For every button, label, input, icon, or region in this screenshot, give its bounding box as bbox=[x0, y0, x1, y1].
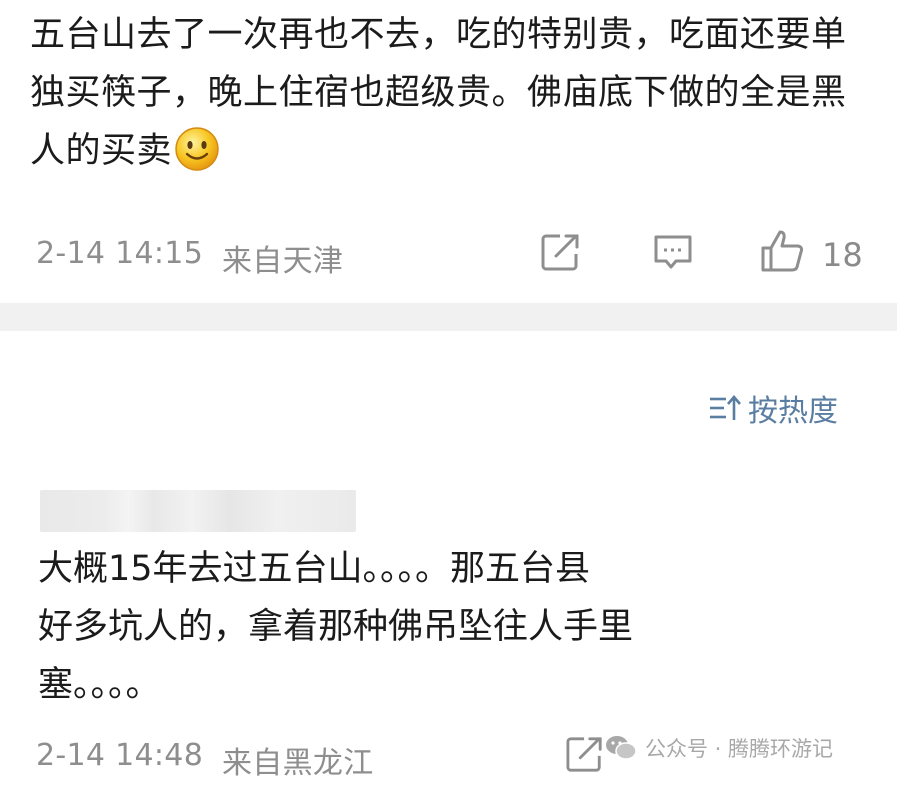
reply-location: 来自黑龙江 bbox=[222, 746, 374, 781]
sort-icon bbox=[710, 395, 741, 420]
reply-share-icon[interactable] bbox=[565, 735, 605, 773]
reply-comment-icon[interactable] bbox=[652, 233, 694, 273]
sort-by-hot-button[interactable]: 按热度 bbox=[708, 386, 838, 430]
like-thumb-icon[interactable] bbox=[760, 228, 806, 274]
watermark: 公众号 · 腾腾环游记 bbox=[605, 733, 833, 763]
share-icon[interactable] bbox=[540, 232, 582, 272]
comment-location: 来自天津 bbox=[222, 244, 344, 279]
section-divider bbox=[0, 303, 897, 331]
blurred-username bbox=[40, 490, 356, 532]
like-count: 18 bbox=[822, 236, 863, 274]
comment-body: 五台山去了一次再也不去，吃的特别贵，吃面还要单独买筷子，晚上住宿也超级贵。佛庙底… bbox=[30, 6, 870, 180]
reply-timestamp: 2-14 14:48 bbox=[36, 738, 204, 773]
wechat-icon bbox=[606, 736, 637, 760]
reply-comment-text: 大概15年去过五台山。。。。那五台县 好多坑人的，拿着那种佛吊坠往人手里 塞。。… bbox=[38, 549, 634, 705]
comment-timestamp: 2-14 14:15 bbox=[36, 236, 204, 271]
watermark-text: 公众号 · 腾腾环游记 bbox=[645, 737, 834, 761]
comment-text: 五台山去了一次再也不去，吃的特别贵，吃面还要单独买筷子，晚上住宿也超级贵。佛庙底… bbox=[30, 15, 847, 171]
sort-label: 按热度 bbox=[748, 394, 838, 429]
smile-emoji-icon bbox=[175, 127, 219, 171]
comment-card-top: 五台山去了一次再也不去，吃的特别贵，吃面还要单独买筷子，晚上住宿也超级贵。佛庙底… bbox=[0, 0, 897, 303]
